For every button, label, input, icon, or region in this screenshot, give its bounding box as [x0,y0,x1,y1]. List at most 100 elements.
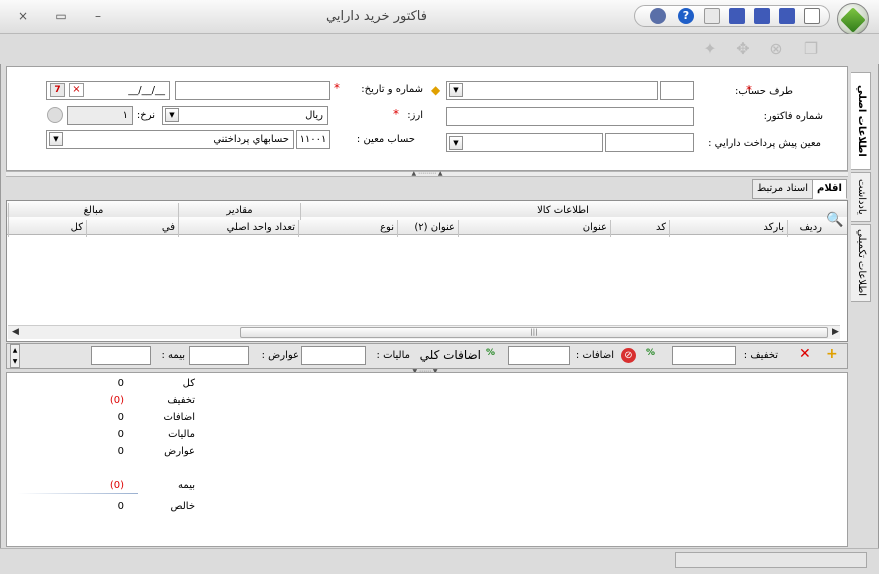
header-splitter[interactable]: ▲ ⋯⋯⋯ ▲ [6,171,848,177]
column-title-2[interactable]: عنوان (٢) [397,220,458,237]
duties-label: عوارض : [261,350,299,361]
calendar-icon[interactable]: 7 [50,83,65,97]
grid-horizontal-scrollbar[interactable]: ||| [8,325,840,339]
tab-strip [6,178,848,200]
copy-document-icon[interactable]: ❐ [800,40,822,58]
side-tab-notes[interactable]: يادداشت [851,172,871,222]
summary-label-duties: عوارض [164,446,195,457]
currency-label: ارز: [407,110,423,121]
prepay-label: معين پيش پرداخت دارايي : [708,138,821,149]
rate-refresh-icon[interactable] [47,107,63,123]
forward-icon[interactable]: ✦ [699,40,721,58]
summary-label-total: كل [182,378,195,389]
ledger-code-input[interactable]: ۱۱۰۰۱ [296,130,330,149]
save-as-icon[interactable] [754,8,770,24]
summary-value-discount: (0) [109,395,124,406]
summary-value-insurance: (0) [109,480,124,491]
warning-icon: ◆ [431,83,441,97]
add-icon[interactable]: + [826,346,838,362]
duties-input[interactable] [189,346,249,365]
column-total[interactable]: كل [8,220,86,237]
summary-value-tax: 0 [117,429,124,440]
scroll-right-arrow[interactable]: ▶ [832,327,839,337]
party-dropdown-button[interactable]: ▼ [449,83,463,97]
invoice-no-input[interactable] [446,107,694,126]
additions-label: اضافات : [575,350,614,361]
rate-input[interactable]: ۱ [67,106,133,125]
party-code-input[interactable] [660,81,694,100]
rate-label: نرخ: [136,110,155,121]
discount-input[interactable] [672,346,736,365]
prepay-dropdown-button[interactable]: ▼ [449,136,463,150]
remove-icon[interactable]: ✕ [799,346,811,362]
percent-icon[interactable]: % [646,348,655,358]
cancel-icon[interactable]: ⊘ [621,348,636,363]
search-icon[interactable]: 🔍 [826,212,843,228]
currency-dropdown-button[interactable]: ▼ [165,108,179,122]
group-header-quantities: مقادير [178,203,300,220]
summary-divider [18,493,138,494]
tax-label: ماليات : [376,350,410,361]
insurance-input[interactable] [91,346,151,365]
party-label: طرف حساب: [735,86,793,97]
summary-value-net: 0 [117,501,124,512]
tab-items[interactable]: اقلام [812,179,847,199]
save-icon[interactable] [729,8,745,24]
clear-date-icon[interactable]: × [69,83,84,97]
total-additions-percent-icon[interactable]: % [486,348,495,358]
party-required-mark: * [746,83,752,97]
scroll-left-arrow[interactable]: ◀ [12,327,19,337]
number-date-label: شماره و تاريخ: [361,84,423,95]
tab-related-docs[interactable]: اسناد مرتبط [752,179,814,199]
summary-value-duties: 0 [117,446,124,457]
additions-input[interactable] [508,346,570,365]
compass-icon[interactable] [650,8,666,24]
column-type[interactable]: نوع [298,220,397,237]
prepay-code-input[interactable] [605,133,694,152]
copy-icon[interactable] [704,8,720,24]
tax-input[interactable] [301,346,366,365]
group-header-amounts: مبالغ [8,203,178,220]
help-icon[interactable]: ? [678,8,694,24]
insurance-label: بيمه : [161,350,186,361]
scrollbar-thumb[interactable]: ||| [240,327,828,338]
number-required-mark: * [334,81,340,95]
summary-value-additions: 0 [117,412,124,423]
party-name-input[interactable] [446,81,658,100]
group-header-item-info: اطلاعات كالا [300,203,825,220]
summary-label-net: خالص [170,501,195,512]
prepay-name-input[interactable] [446,133,603,152]
fees-scroll-control[interactable]: ▲ ▼ [10,344,20,368]
new-document-icon[interactable] [804,8,820,24]
column-code[interactable]: كد [610,220,669,237]
total-additions-label[interactable]: اضافات كلي [420,348,481,362]
ledger-name-select[interactable]: حسابهاي پرداختني [46,130,294,149]
minimize-button[interactable]: – [89,8,107,24]
invoice-no-label: شماره فاكتور: [763,111,823,122]
summary-label-insurance: بيمه [178,480,195,491]
side-tab-extra-info[interactable]: اطلاعات تكميلي [851,224,871,302]
summary-label-additions: اضافات [163,412,195,423]
summary-value-total: 0 [117,378,124,389]
column-unit-price[interactable]: في [86,220,178,237]
column-row-number[interactable]: رديف [787,220,825,237]
summary-label-discount: تخفيف [167,395,195,406]
move-icon[interactable]: ✥ [732,40,754,58]
ledger-label: حساب معين : [356,134,415,145]
column-barcode[interactable]: باركد [669,220,787,237]
close-button[interactable]: × [14,8,32,24]
column-main-unit-qty[interactable]: تعداد واحد اصلي [178,220,298,237]
column-title[interactable]: عنوان [458,220,610,237]
save-close-icon[interactable] [779,8,795,24]
delete-icon[interactable]: ⊗ [765,40,787,58]
invoice-number-input[interactable] [175,81,330,100]
side-tab-main-info[interactable]: اطلاعات اصلي [851,72,871,170]
discount-label: تخفيف : [743,350,778,361]
currency-select[interactable]: ريال [162,106,328,125]
maximize-button[interactable]: ▭ [52,8,70,24]
summary-panel [6,372,848,547]
status-panel [675,552,867,568]
window-title: فاكتور خريد دارايي [326,9,427,24]
summary-label-tax: ماليات [168,429,195,440]
ledger-dropdown-button[interactable]: ▼ [49,132,63,146]
